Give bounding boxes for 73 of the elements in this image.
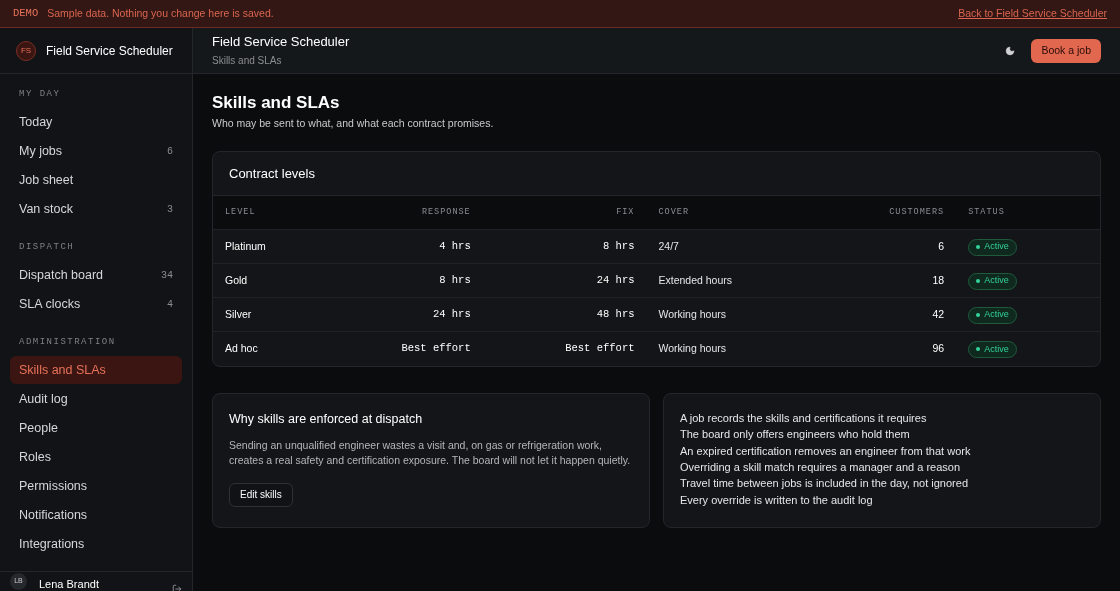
card-title: Why skills are enforced at dispatch xyxy=(229,410,424,428)
table-cell: 96 xyxy=(826,331,957,366)
sidebar-item[interactable]: SLA clocks 4 xyxy=(10,290,182,318)
sidebar-item[interactable]: Van stock 3 xyxy=(10,195,182,223)
theme-toggle-icon[interactable] xyxy=(1005,45,1016,56)
header-subtitle: Skills and SLAs xyxy=(212,53,283,68)
demo-tag: DEMO xyxy=(13,5,39,22)
item-count: 6 xyxy=(167,144,173,159)
sidebar-item[interactable]: My jobs 6 xyxy=(10,137,182,165)
section-heading: DISPATCH xyxy=(18,241,76,254)
section-heading: ADMINISTRATION xyxy=(18,336,117,349)
back-link[interactable]: Back to Field Service Scheduler xyxy=(958,5,1107,22)
sidebar-item[interactable]: Roles xyxy=(10,443,182,471)
table-cell: 24 hrs xyxy=(362,297,483,332)
column-header: COVER xyxy=(646,195,827,230)
item-count: 3 xyxy=(167,202,173,217)
table-cell: 42 xyxy=(826,297,957,332)
table-cell: 6 xyxy=(826,229,957,264)
sidebar-item[interactable]: Integrations xyxy=(10,530,182,558)
rule-text: A job records the skills and certifications it requires xyxy=(680,410,928,426)
table-cell: Extended hours xyxy=(646,263,827,298)
rule-text: Every override is written to the audit log xyxy=(680,492,874,508)
logout-icon[interactable] xyxy=(172,584,182,591)
column-header: RESPONSE xyxy=(362,195,483,230)
rule-text: Travel time between jobs is included in the day, not ignored xyxy=(680,476,969,492)
page-title: Skills and SLAs xyxy=(212,93,341,113)
book-job-button[interactable]: Book a job xyxy=(1031,38,1101,63)
column-header: STATUS xyxy=(956,195,1100,230)
table-cell: Gold xyxy=(213,263,363,298)
page-subtitle: Who may be sent to what, and what each contract promises. xyxy=(212,116,495,131)
card-title: Contract levels xyxy=(229,164,315,183)
logo-badge: FS xyxy=(16,40,36,61)
table-cell: Silver xyxy=(213,297,363,332)
table-cell: Platinum xyxy=(213,229,363,264)
sidebar-item[interactable]: Permissions xyxy=(10,472,182,500)
rule-text: An expired certification removes an engineer from that work xyxy=(680,443,972,459)
table-cell: 18 xyxy=(826,263,957,298)
section-heading: MY DAY xyxy=(18,88,62,101)
sidebar-item[interactable]: Notifications xyxy=(10,501,182,529)
table-cell: 8 hrs xyxy=(482,229,647,264)
sidebar-item[interactable]: Today xyxy=(10,108,182,136)
sidebar-item[interactable]: Dispatch board 34 xyxy=(10,261,182,289)
status-badge: Active xyxy=(968,340,1017,358)
user-name: Lena Brandt xyxy=(39,577,99,591)
table-cell: Working hours xyxy=(646,331,827,366)
column-header: CUSTOMERS xyxy=(826,195,957,230)
banner-message: Sample data. Nothing you change here is saved. xyxy=(47,5,274,21)
table-cell: Working hours xyxy=(646,297,827,332)
table-cell: 8 hrs xyxy=(362,263,483,298)
item-count: 4 xyxy=(167,297,173,312)
column-header: LEVEL xyxy=(213,195,363,230)
app-name: Field Service Scheduler xyxy=(46,42,173,60)
card-body: Sending an unqualified engineer wastes a visit and, on gas or refrigeration work, creates a real safety and certification exposure. The board will not let it happen quietly. xyxy=(229,437,632,468)
rule-text: Overriding a skill match requires a manager and a reason xyxy=(680,459,962,475)
table-cell: 48 hrs xyxy=(482,297,647,332)
table-cell: 4 hrs xyxy=(362,229,483,264)
item-count: 34 xyxy=(161,268,173,283)
edit-skills-button[interactable]: Edit skills xyxy=(229,482,293,507)
table-cell: 24/7 xyxy=(646,229,827,264)
status-badge: Active xyxy=(968,272,1017,290)
column-header: FIX xyxy=(482,195,647,230)
header-title: Field Service Scheduler xyxy=(212,33,350,50)
sidebar-item[interactable]: Skills and SLAs xyxy=(10,356,182,384)
sidebar-item[interactable]: People xyxy=(10,414,182,442)
table-cell: Best effort xyxy=(482,331,647,366)
sidebar-item[interactable]: Audit log xyxy=(10,385,182,413)
table-cell: 24 hrs xyxy=(482,263,647,298)
sidebar-item[interactable]: Job sheet xyxy=(10,166,182,194)
table-cell: Ad hoc xyxy=(213,331,363,366)
status-badge: Active xyxy=(968,306,1017,324)
table-cell: Best effort xyxy=(362,331,483,366)
rule-text: The board only offers engineers who hold them xyxy=(680,427,911,443)
status-badge: Active xyxy=(968,238,1017,256)
